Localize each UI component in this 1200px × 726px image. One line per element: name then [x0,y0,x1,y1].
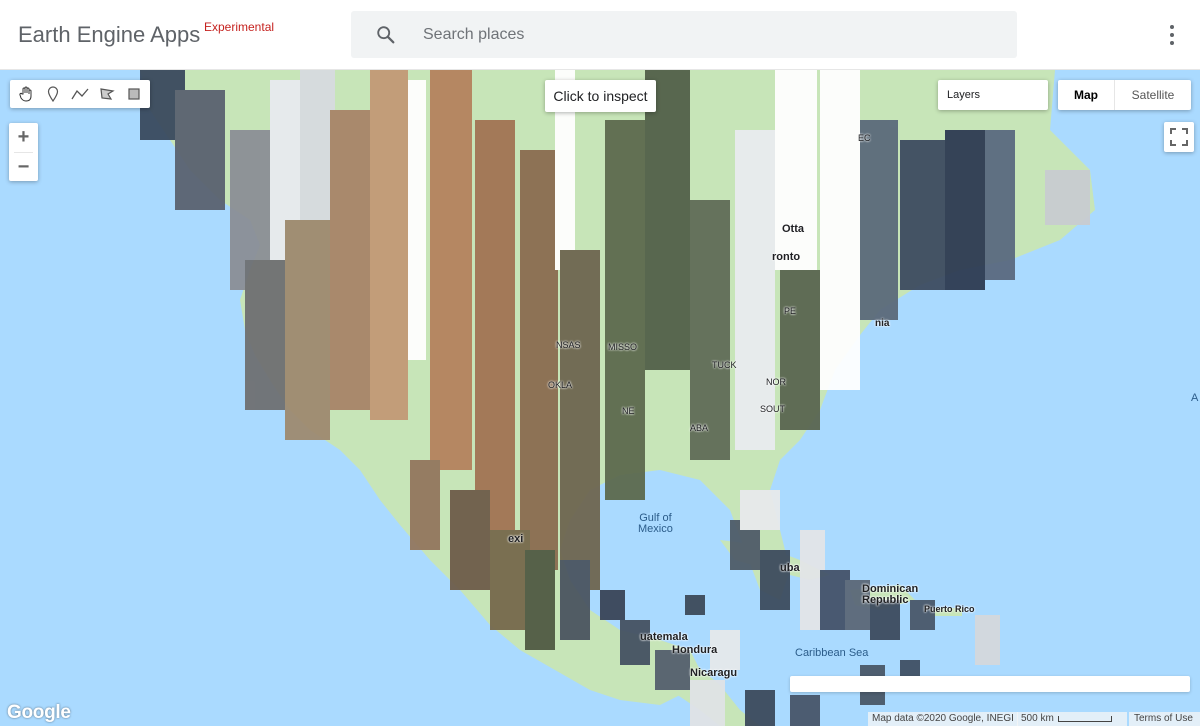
label-toronto: ronto [772,251,801,263]
label-state-nc: NOR [766,377,786,387]
map-imagery[interactable] [0,70,1200,726]
map-attribution: Map data ©2020 Google, INEGI [868,712,1018,726]
drawing-toolbar [10,80,150,108]
label-state-ky: TUCK [712,360,737,370]
fullscreen-icon [1170,128,1188,146]
app-header: Earth Engine Apps Experimental [0,0,1200,70]
label-state-al: ABA [690,423,709,433]
label-caribbean-sea: Caribbean Sea [795,647,869,659]
polygon-icon[interactable] [93,81,120,107]
search-icon[interactable] [375,24,397,46]
label-state-sc: SOUT [760,404,786,414]
inspect-tooltip: Click to inspect [545,80,656,112]
label-state-mo: MISSO [608,342,638,352]
zoom-in-button[interactable]: + [9,123,38,152]
label-honduras: Hondura [672,644,718,656]
map-scale[interactable]: 500 km [1017,712,1127,726]
label-state-pe: PE [784,306,797,316]
more-vert-icon[interactable] [1160,22,1184,48]
label-state-ec: EC [858,133,871,143]
marker-point-icon[interactable] [40,81,67,107]
label-state-ks: NSAS [556,340,581,350]
zoom-control: + − [9,123,38,181]
layers-button[interactable]: Layers [938,80,1048,110]
map-type-control: Map Satellite [1058,80,1191,110]
label-guatemala: uatemala [640,631,688,643]
inspector-panel-bar [790,676,1190,692]
label-ottawa: Otta [782,223,804,235]
google-logo: Google [7,702,71,723]
label-state-nia: nia [875,318,890,329]
label-cuba: uba [780,562,800,574]
label-dominican-republic: Dominican Republic [862,583,919,606]
search-input[interactable] [423,11,1003,58]
fullscreen-button[interactable] [1164,122,1194,152]
label-state-ne: NE [622,406,635,416]
label-gulf-of-mexico: Gulf of Mexico [638,512,673,535]
terms-of-use-link[interactable]: Terms of Use [1129,712,1200,726]
app-title: Earth Engine Apps [18,22,201,47]
polyline-icon[interactable] [67,81,94,107]
label-puerto-rico: Puerto Rico [924,604,975,614]
rectangle-icon[interactable] [120,81,147,107]
scale-bar [1058,716,1112,722]
pan-hand-icon[interactable] [13,81,40,107]
experimental-badge: Experimental [204,20,275,34]
zoom-out-button[interactable]: − [9,153,38,182]
search-box[interactable] [351,11,1017,58]
map-type-satellite-button[interactable]: Satellite [1115,80,1191,110]
label-nicaragua: Nicaragu [690,667,738,679]
label-state-ok: OKLA [548,380,573,390]
map-type-map-button[interactable]: Map [1058,80,1115,110]
label-edge-a: A [1191,392,1199,404]
map-canvas[interactable]: Gulf of Mexico Caribbean Sea Dominican R… [0,70,1200,726]
label-mexico: exi [508,533,524,545]
scale-label: 500 km [1021,713,1054,724]
